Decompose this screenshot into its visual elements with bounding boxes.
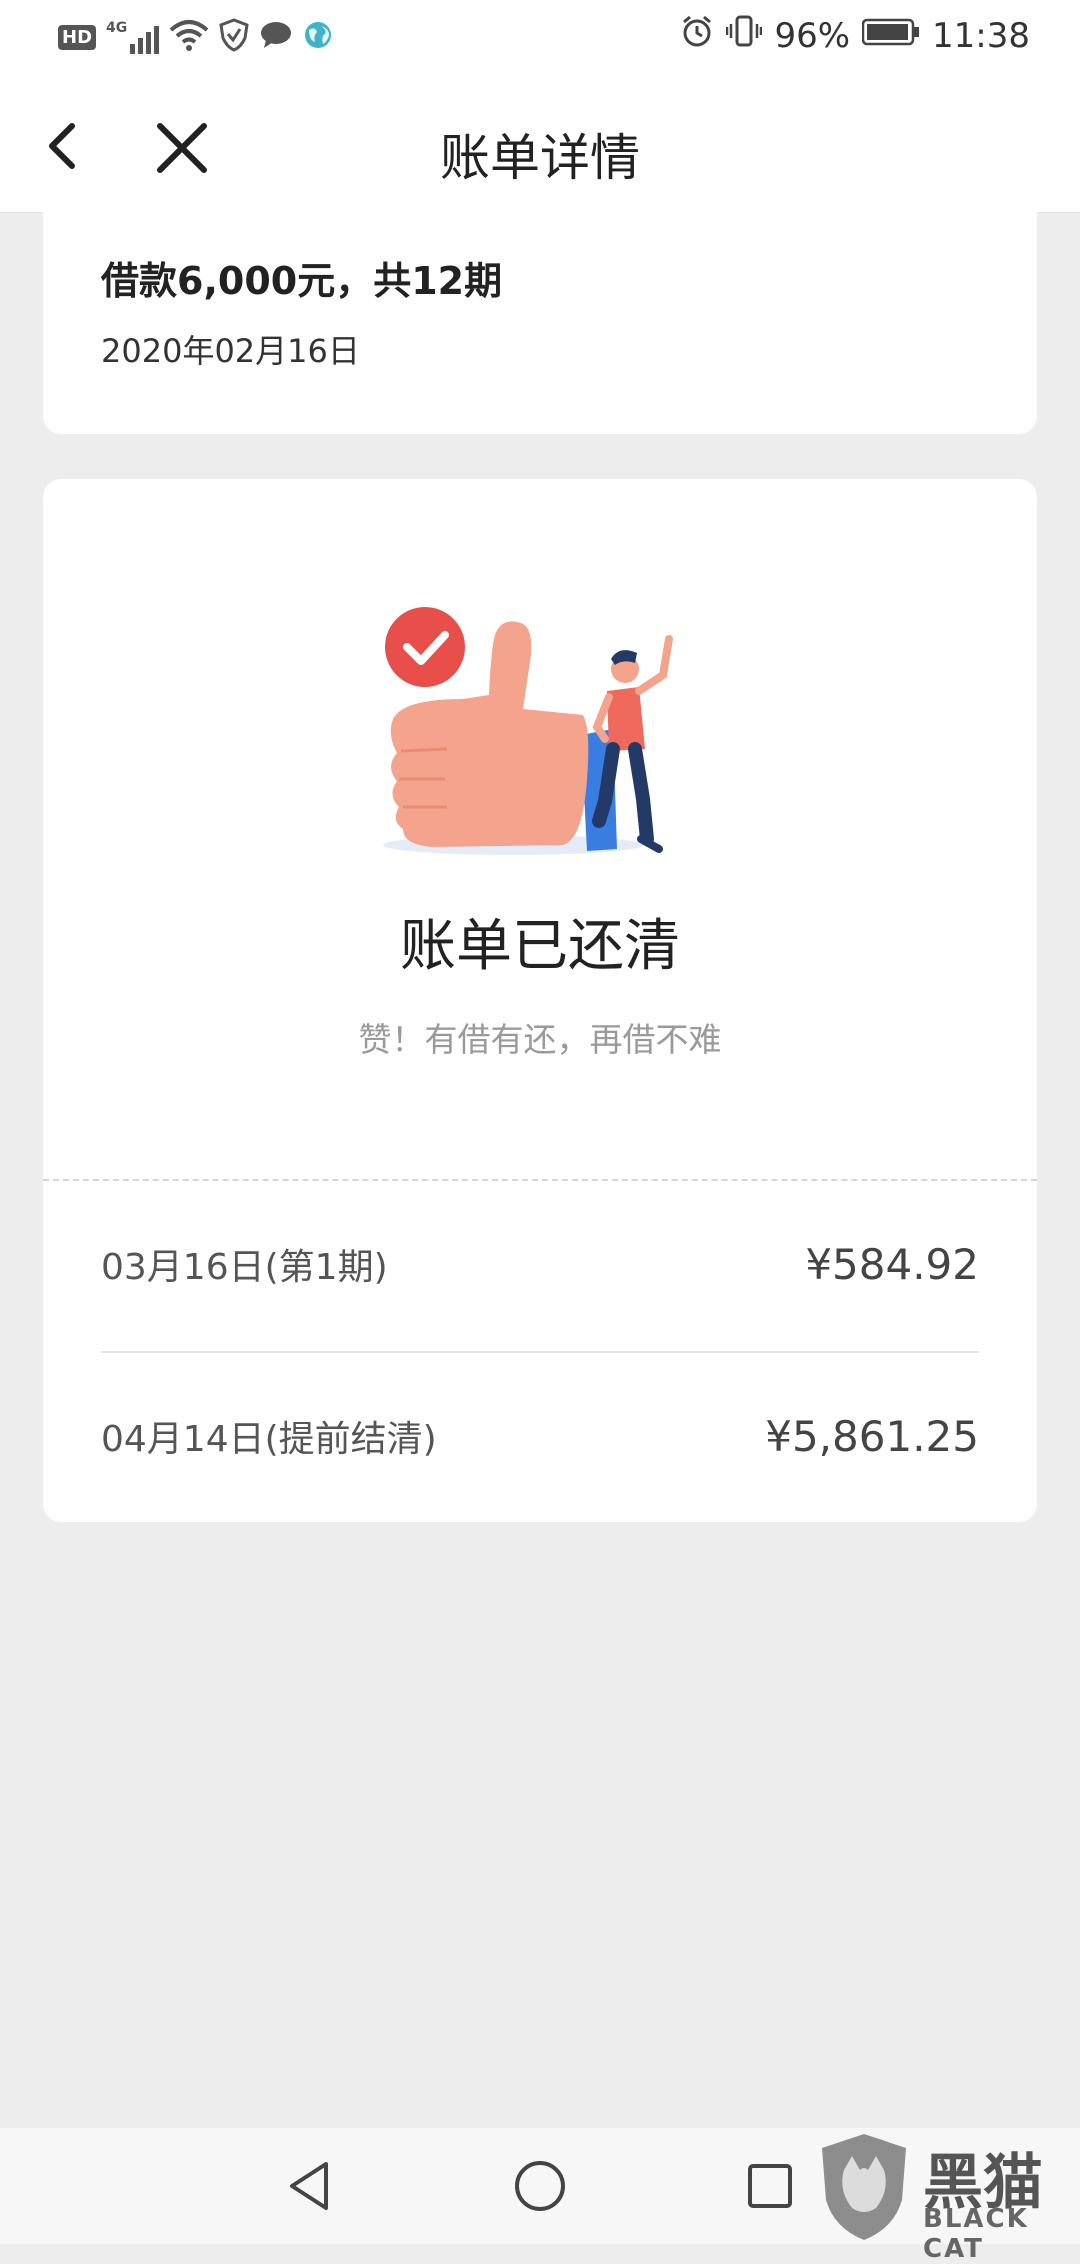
loan-date: 2020年02月16日 [101,332,360,370]
hd-icon: HD [58,24,97,50]
battery-percent: 96% [774,15,851,56]
page-title: 账单详情 [440,129,640,187]
circle-home-icon [515,2161,565,2211]
nav-back-button[interactable] [282,2158,338,2214]
vibrate-icon [726,14,763,57]
status-title: 账单已还清 [400,914,680,979]
alarm-icon [680,14,714,57]
watermark-subtext: BLACK CAT [923,2204,1029,2264]
nav-bar: 账单详情 [0,80,1080,213]
status-bar: HD 4G 96% 11:38 [0,0,1080,80]
cat-shield-logo-icon [822,2134,906,2240]
battery-icon [861,16,920,56]
triangle-back-icon [290,2162,328,2210]
status-right: 96% 11:38 [680,14,1030,57]
black-cat-watermark: 黑猫 BLACK CAT [808,2128,1080,2264]
signal-icon: 4G [106,20,160,54]
globe-icon [303,20,333,54]
nav-home-button[interactable] [512,2158,568,2214]
row-divider [101,1351,979,1353]
clock-time: 11:38 [932,15,1030,56]
thumbs-up-illustration [373,599,713,869]
payment-amount: ¥5,861.25 [765,1411,979,1461]
status-subtitle: 赞！有借有还，再借不难 [358,1020,722,1059]
payment-amount: ¥584.92 [805,1239,979,1289]
nav-recents-button[interactable] [742,2158,798,2214]
shield-icon [219,18,249,56]
repayment-result-card: 账单已还清 赞！有借有还，再借不难 03月16日(第1期) ¥584.92 04… [43,479,1037,1522]
payment-label: 04月14日(提前结清) [101,1419,437,1460]
payment-label: 03月16日(第1期) [101,1247,388,1288]
status-left: HD 4G [58,18,333,56]
dashed-divider [43,1179,1037,1181]
loan-summary-text: 借款6,000元，共12期 [101,259,503,303]
loan-summary-card: 借款6,000元，共12期 2020年02月16日 [43,212,1037,434]
square-recents-icon [748,2164,792,2208]
payment-row[interactable]: 03月16日(第1期) ¥584.92 [101,1224,979,1304]
chat-icon [259,20,293,54]
payment-row[interactable]: 04月14日(提前结清) ¥5,861.25 [101,1396,979,1476]
network-type-label: 4G [106,20,128,36]
wifi-icon [169,18,209,56]
